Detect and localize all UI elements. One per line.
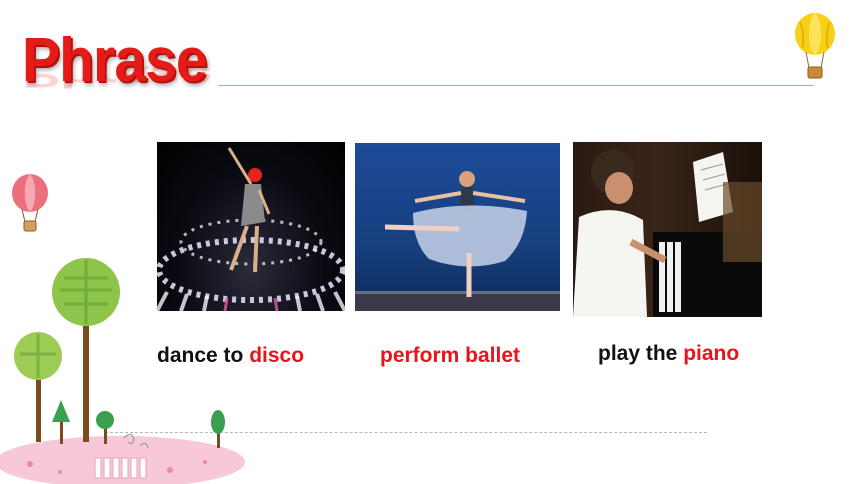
phrase-prefix: play the (598, 342, 684, 365)
phrase-highlight: perform ballet (380, 344, 521, 367)
phrase-highlight: piano (683, 342, 740, 365)
title-underline (218, 85, 814, 86)
slide-title-reflection: Phrase (22, 59, 213, 95)
tree-icon (96, 411, 114, 429)
phrase-highlight: disco (249, 344, 305, 367)
pink-balloon-icon (12, 174, 48, 232)
tree-icon (211, 410, 225, 434)
yellow-balloon-icon (795, 13, 835, 79)
decorative-trees-illustration (0, 258, 245, 484)
tree-icon (52, 400, 70, 422)
phrase-play-the-piano: play the piano (598, 342, 739, 366)
ballet-dancer-photo (355, 143, 560, 311)
boy-playing-piano-photo (573, 142, 762, 317)
phrase-perform-ballet: perform ballet (380, 344, 520, 368)
